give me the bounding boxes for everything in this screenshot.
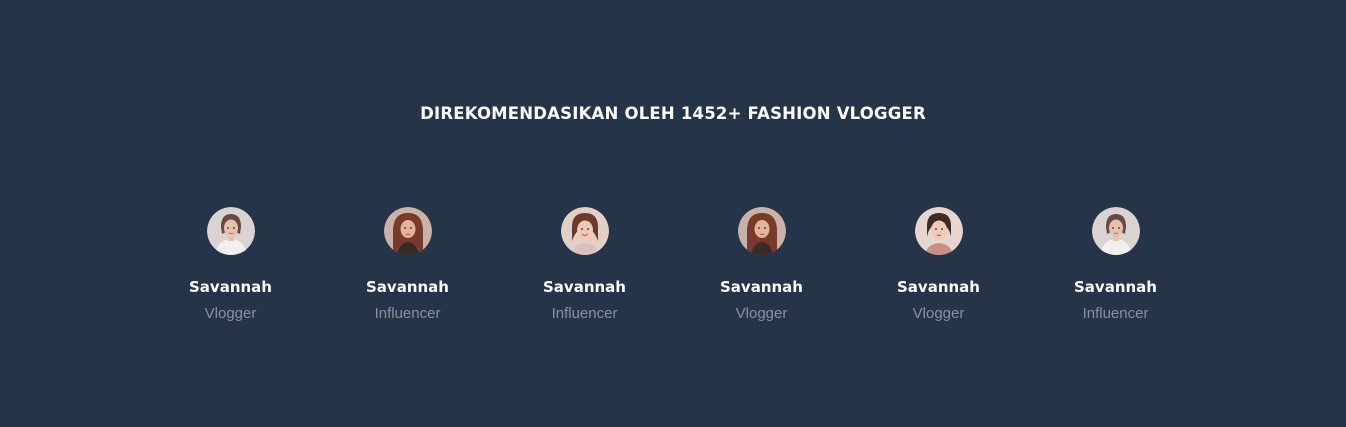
person-role: Influencer bbox=[551, 305, 618, 322]
woman-portrait-red-hair-icon bbox=[383, 207, 432, 255]
person-card: Savannah Influencer bbox=[496, 207, 673, 323]
woman-portrait-smiling-icon bbox=[560, 207, 609, 255]
person-card: Savannah Influencer bbox=[319, 207, 496, 323]
person-role: Influencer bbox=[374, 305, 441, 322]
woman-portrait-light-icon bbox=[1091, 207, 1140, 255]
woman-portrait-red-hair-icon bbox=[737, 207, 786, 255]
person-card: Savannah Vlogger bbox=[142, 207, 319, 323]
person-role: Vlogger bbox=[735, 305, 788, 322]
section-heading: DIREKOMENDASIKAN OLEH 1452+ FASHION VLOG… bbox=[420, 104, 926, 123]
people-list: Savannah Vlogger Savannah Influencer Sav… bbox=[142, 207, 1204, 323]
person-role: Vlogger bbox=[204, 305, 257, 322]
person-role: Influencer bbox=[1082, 305, 1149, 322]
person-name: Savannah bbox=[543, 278, 626, 296]
person-name: Savannah bbox=[720, 278, 803, 296]
recommendation-section: DIREKOMENDASIKAN OLEH 1452+ FASHION VLOG… bbox=[0, 0, 1346, 427]
person-name: Savannah bbox=[366, 278, 449, 296]
person-name: Savannah bbox=[1074, 278, 1157, 296]
person-card: Savannah Influencer bbox=[1027, 207, 1204, 323]
person-role: Vlogger bbox=[912, 305, 965, 322]
woman-portrait-dark-hair-icon bbox=[914, 207, 963, 255]
person-name: Savannah bbox=[189, 278, 272, 296]
person-card: Savannah Vlogger bbox=[673, 207, 850, 323]
person-name: Savannah bbox=[897, 278, 980, 296]
woman-portrait-light-icon bbox=[206, 207, 255, 255]
person-card: Savannah Vlogger bbox=[850, 207, 1027, 323]
